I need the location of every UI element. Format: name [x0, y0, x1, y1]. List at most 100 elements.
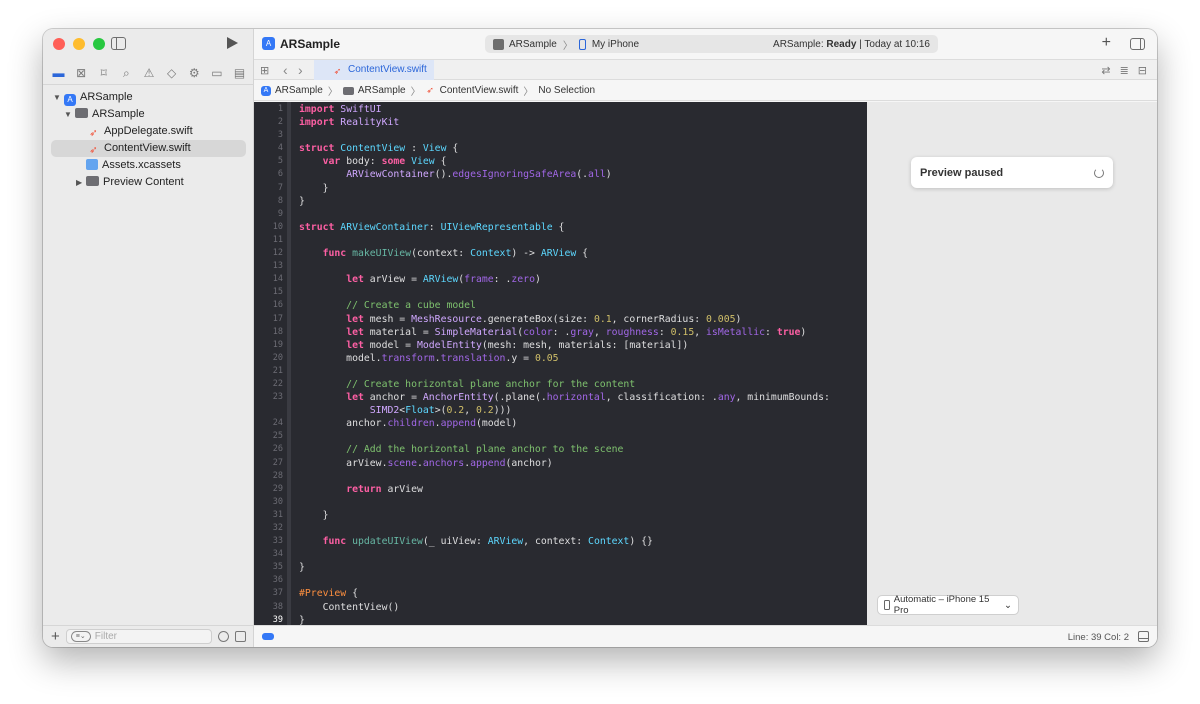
tree-item-project[interactable]: ▼ A ARSample	[43, 89, 254, 106]
window-controls	[53, 38, 105, 50]
code-line[interactable]: 30	[254, 496, 867, 509]
code-line[interactable]: 9	[254, 208, 867, 221]
code-line[interactable]: 31 }	[254, 509, 867, 522]
breadcrumb-project[interactable]: ARSample	[275, 85, 323, 96]
code-line[interactable]: SIMD2<Float>(0.2, 0.2)))	[254, 404, 867, 417]
chevron-down-icon[interactable]: ▼	[64, 106, 72, 123]
tree-item-assets[interactable]: Assets.xcassets	[43, 157, 254, 174]
find-navigator-icon[interactable]: ⌕	[119, 66, 134, 80]
code-line[interactable]: 21	[254, 365, 867, 378]
tree-item-appdelegate[interactable]: ➶ AppDelegate.swift	[43, 123, 254, 140]
code-line[interactable]: 37 #Preview {	[254, 587, 867, 600]
code-line[interactable]: 16 // Create a cube model	[254, 299, 867, 312]
zoom-window-button[interactable]	[93, 38, 105, 50]
tree-item-contentview[interactable]: ➶ ContentView.swift	[51, 140, 246, 157]
tree-item-preview-content[interactable]: ▶ Preview Content	[43, 174, 254, 191]
grid-icon[interactable]: ⊞	[260, 64, 269, 77]
debug-area-icon[interactable]	[1138, 631, 1149, 642]
code-lines[interactable]: 1 import SwiftUI 2 import RealityKit 3 4 struc…	[254, 103, 867, 625]
recent-files-icon[interactable]	[218, 631, 229, 642]
project-navigator-icon[interactable]: ▬	[51, 66, 66, 80]
tab-contentview[interactable]: ➶ ContentView.swift	[314, 60, 434, 80]
code-line[interactable]: 10 struct ARViewContainer: UIViewRepresen…	[254, 221, 867, 234]
code-line[interactable]: 26 // Add the horizontal plane anchor to…	[254, 443, 867, 456]
inspector-toggle-icon[interactable]	[1130, 38, 1145, 50]
code-line[interactable]: 18 let material = SimpleMaterial(color: …	[254, 326, 867, 339]
scheme-icon	[493, 38, 504, 50]
related-items-icon[interactable]: ⇄	[1101, 64, 1110, 77]
code-line[interactable]: 4 struct ContentView : View {	[254, 142, 867, 155]
code-line[interactable]: 8}	[254, 195, 867, 208]
code-line[interactable]: 13	[254, 260, 867, 273]
code-line[interactable]: 39}	[254, 614, 867, 625]
library-plus-button[interactable]: +	[1102, 34, 1111, 52]
code-line[interactable]: 25	[254, 430, 867, 443]
bookmark-navigator-icon[interactable]: ⌑	[96, 66, 111, 80]
source-control-filter-icon[interactable]	[235, 631, 246, 642]
code-line[interactable]: 17 let mesh = MeshResource.generateBox(s…	[254, 313, 867, 326]
run-button[interactable]	[227, 37, 238, 49]
code-line[interactable]: 7 }	[254, 182, 867, 195]
back-arrow-icon[interactable]: ‹	[283, 62, 288, 78]
code-line[interactable]: 34	[254, 548, 867, 561]
code-line[interactable]: 33 func updateUIView(_ uiView: ARView, c…	[254, 535, 867, 548]
code-line[interactable]: 12 func makeUIView(context: Context) -> …	[254, 247, 867, 260]
close-window-button[interactable]	[53, 38, 65, 50]
destination-selector[interactable]: My iPhone	[592, 39, 639, 50]
tree-item-group[interactable]: ▼ ARSample	[43, 106, 254, 123]
source-control-navigator-icon[interactable]: ⊠	[74, 66, 89, 80]
chevron-right-icon[interactable]: ▶	[76, 174, 82, 191]
chevron-down-icon[interactable]: ▼	[53, 89, 61, 106]
code-line[interactable]: 14 let arView = ARView(frame: .zero)	[254, 273, 867, 286]
scheme-selector[interactable]: ARSample	[509, 39, 557, 50]
filter-input[interactable]	[94, 631, 195, 642]
code-line[interactable]: 20 model.transform.translation.y = 0.05	[254, 352, 867, 365]
code-line[interactable]: 2 import RealityKit	[254, 116, 867, 129]
code-line[interactable]: 1 import SwiftUI	[254, 103, 867, 116]
minimize-window-button[interactable]	[73, 38, 85, 50]
split-editor-icon[interactable]: ⊟	[1138, 64, 1147, 77]
preview-device-selector[interactable]: Automatic – iPhone 15 Pro ⌄	[877, 594, 1019, 616]
add-file-button[interactable]: +	[51, 628, 60, 645]
chevron-right-icon: 〉	[410, 87, 421, 98]
issue-navigator-icon[interactable]: ⚠	[142, 66, 157, 80]
code-line[interactable]: 28	[254, 470, 867, 483]
code-line[interactable]: 36	[254, 574, 867, 587]
code-line[interactable]: 6 ARViewContainer().edgesIgnoringSafeAre…	[254, 168, 867, 181]
code-line[interactable]: 32	[254, 522, 867, 535]
code-line[interactable]: 5 var body: some View {	[254, 155, 867, 168]
code-line[interactable]: 24 anchor.children.append(model)	[254, 417, 867, 430]
editor-options-icon[interactable]: ≣	[1120, 64, 1129, 77]
breadcrumb-symbol[interactable]: No Selection	[538, 85, 595, 96]
code-line[interactable]: 23 let anchor = AnchorEntity(.plane(.hor…	[254, 391, 867, 404]
code-text: var body: some View {	[322, 156, 447, 168]
forward-arrow-icon[interactable]: ›	[298, 62, 303, 78]
code-line[interactable]: 27 arView.scene.anchors.append(anchor)	[254, 457, 867, 470]
line-number: 27	[272, 457, 283, 468]
sidebar-toggle-icon[interactable]	[111, 37, 126, 50]
code-line[interactable]: 35}	[254, 561, 867, 574]
breadcrumb-file[interactable]: ContentView.swift	[440, 85, 519, 96]
report-navigator-icon[interactable]: ▤	[232, 66, 247, 80]
code-line[interactable]: 15	[254, 286, 867, 299]
filter-options-icon[interactable]: ≡⌄	[70, 631, 91, 642]
code-editor[interactable]: 1 import SwiftUI 2 import RealityKit 3 4 struc…	[254, 102, 867, 625]
test-navigator-icon[interactable]: ◇	[164, 66, 179, 80]
line-number: 15	[272, 287, 283, 298]
code-line[interactable]: 22 // Create horizontal plane anchor for…	[254, 378, 867, 391]
filter-field[interactable]: ≡⌄	[65, 629, 212, 644]
debug-navigator-icon[interactable]: ⚙	[187, 66, 202, 80]
cursor-position: Line: 39 Col: 2	[1067, 632, 1129, 643]
refresh-icon[interactable]	[1094, 167, 1104, 178]
code-line[interactable]: 29 return arView	[254, 483, 867, 496]
debug-area-toggle[interactable]	[262, 633, 274, 640]
breakpoint-navigator-icon[interactable]: ▭	[209, 66, 224, 80]
code-line[interactable]: 11	[254, 234, 867, 247]
code-line[interactable]: 3	[254, 129, 867, 142]
preview-status-card: Preview paused	[911, 157, 1113, 188]
code-line[interactable]: 38 ContentView()	[254, 601, 867, 614]
jump-bar: A ARSample 〉 ARSample 〉 ➶ ContentView.sw…	[254, 81, 1157, 101]
line-number: 7	[277, 182, 283, 193]
breadcrumb-group[interactable]: ARSample	[358, 85, 406, 96]
code-line[interactable]: 19 let model = ModelEntity(mesh: mesh, m…	[254, 339, 867, 352]
